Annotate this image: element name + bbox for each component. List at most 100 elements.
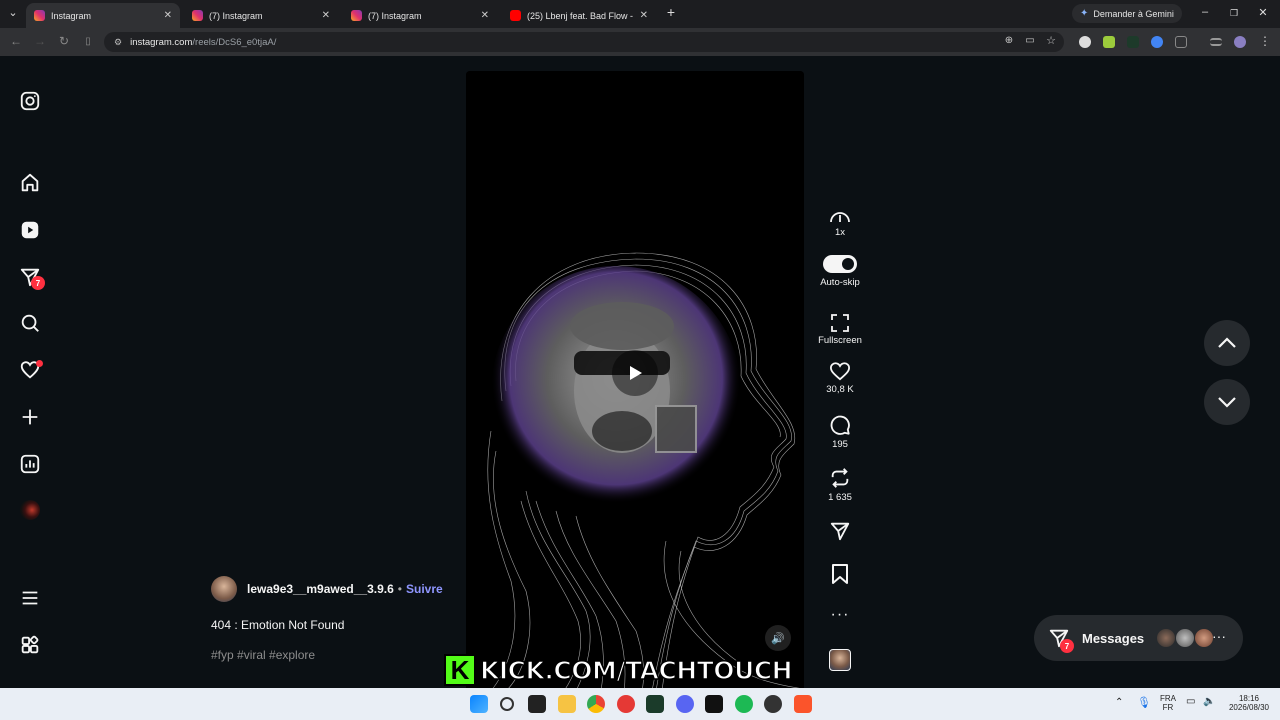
autoskip-toggle[interactable]: Auto-skip (812, 255, 868, 288)
forward-arrow-icon[interactable]: → (32, 34, 48, 48)
more-options-icon[interactable]: ··· (812, 606, 868, 624)
clock[interactable]: 18:16 2026/08/30 (1222, 694, 1276, 712)
minimize-icon[interactable]: – (1196, 6, 1214, 18)
site-info-icon[interactable]: ⚙ (114, 37, 122, 48)
close-tab-icon[interactable]: ✕ (481, 10, 489, 21)
start-windows-icon[interactable] (470, 695, 488, 713)
autoskip-switch[interactable] (823, 255, 857, 273)
taskbar-search-icon[interactable] (500, 697, 514, 711)
likes-count: 30,8 K (826, 384, 854, 395)
split-view-icon[interactable]: ▯ (80, 36, 96, 47)
home-icon[interactable] (18, 171, 42, 195)
dashboard-icon[interactable] (18, 452, 42, 476)
separator-dot: • (397, 582, 402, 596)
tab-search-chevron-icon[interactable]: ⌄ (4, 6, 22, 19)
share-paper-plane-icon (830, 522, 850, 541)
share-button[interactable] (812, 520, 868, 545)
extension-3-icon[interactable] (1127, 36, 1139, 48)
comments-count: 195 (832, 439, 848, 450)
extension-4-icon[interactable] (1151, 36, 1163, 48)
profile-avatar[interactable] (18, 498, 42, 522)
browser-tab-3[interactable]: (7) Instagram ✕ (343, 3, 497, 28)
audio-thumbnail[interactable] (829, 649, 851, 671)
reload-icon[interactable]: ↻ (56, 34, 72, 48)
comment-bubble-icon (830, 415, 850, 435)
message-avatar-1[interactable] (1157, 629, 1175, 647)
profile-avatar[interactable] (1234, 36, 1246, 48)
notification-dot (36, 360, 43, 367)
gemini-spark-icon: ✦ (1080, 8, 1089, 19)
messages-badge: 7 (31, 276, 45, 290)
volume-icon[interactable]: 🔊 (765, 625, 791, 651)
browser-tab-2[interactable]: (7) Instagram ✕ (184, 3, 338, 28)
speed-control[interactable]: 1x (812, 208, 868, 238)
close-tab-icon[interactable]: ✕ (640, 10, 648, 21)
close-window-icon[interactable]: ✕ (1254, 6, 1272, 19)
author-avatar[interactable] (211, 576, 237, 602)
next-reel-button[interactable] (1204, 379, 1250, 425)
extension-1-icon[interactable] (1079, 36, 1091, 48)
save-button[interactable] (812, 563, 868, 588)
discord-icon[interactable] (676, 695, 694, 713)
autoskip-label: Auto-skip (820, 277, 860, 288)
language-indicator[interactable]: FRA FR (1158, 694, 1178, 712)
search-icon[interactable] (18, 311, 42, 335)
repost-icon (831, 468, 849, 488)
browser-menu-icon[interactable]: ⋮ (1257, 34, 1273, 48)
chrome-icon[interactable] (587, 695, 605, 713)
speed-label: 1x (834, 227, 846, 238)
app-red-icon[interactable] (617, 695, 635, 713)
create-plus-icon[interactable] (18, 405, 42, 429)
play-icon (630, 366, 642, 380)
reading-list-icon[interactable] (1210, 38, 1222, 46)
more-conversations-icon[interactable]: ··· (1212, 628, 1226, 644)
extension-2-icon[interactable] (1103, 36, 1115, 48)
gemini-label: Demander à Gemini (1093, 8, 1174, 19)
tab-title: (7) Instagram (209, 10, 263, 21)
author-username[interactable]: lewa9e3__m9awed__3.9.6 (247, 582, 394, 596)
brave-icon[interactable] (794, 695, 812, 713)
instagram-logo-icon[interactable] (18, 89, 42, 113)
browser-tab-1[interactable]: Instagram ✕ (26, 3, 180, 28)
play-button[interactable] (612, 350, 658, 396)
post-hashtags[interactable]: #fyp #viral #explore (211, 648, 315, 662)
close-tab-icon[interactable]: ✕ (164, 10, 172, 21)
app-terminal-icon[interactable] (646, 695, 664, 713)
new-tab-plus-icon[interactable]: + (662, 4, 680, 20)
obs-icon[interactable] (764, 695, 782, 713)
capcut-icon[interactable] (705, 695, 723, 713)
volume-tray-icon[interactable]: 🔈 (1203, 696, 1215, 707)
cast-icon[interactable]: ▭ (1022, 35, 1038, 46)
tray-chevron-icon[interactable]: ⌃ (1115, 697, 1123, 708)
repost-button[interactable]: 1 635 (812, 467, 868, 503)
ask-gemini-button[interactable]: ✦ Demander à Gemini (1072, 4, 1182, 23)
fullscreen-button[interactable]: Fullscreen (812, 314, 868, 346)
close-tab-icon[interactable]: ✕ (322, 10, 330, 21)
follow-button[interactable]: Suivre (406, 582, 443, 596)
extensions-puzzle-icon[interactable] (1175, 36, 1187, 48)
task-view-icon[interactable] (528, 695, 546, 713)
message-avatar-2[interactable] (1176, 629, 1194, 647)
spotify-icon[interactable] (735, 695, 753, 713)
message-avatar-3[interactable] (1195, 629, 1213, 647)
file-explorer-icon[interactable] (558, 695, 576, 713)
microphone-icon[interactable]: 🎙 (1137, 696, 1151, 709)
address-bar[interactable]: ⚙ instagram.com/reels/DcS6_e0tjaA/ (104, 32, 1064, 52)
more-menu-icon[interactable] (18, 586, 42, 610)
also-from-meta-icon[interactable] (18, 633, 42, 657)
bookmark-star-icon[interactable]: ☆ (1043, 34, 1059, 47)
reels-icon[interactable] (18, 218, 42, 242)
browser-tab-bar: ⌄ Instagram ✕ (7) Instagram ✕ (7) Instag… (0, 0, 1280, 28)
instagram-favicon-icon (351, 10, 362, 21)
comment-button[interactable]: 195 (812, 414, 868, 450)
zoom-icon[interactable]: ⊕ (1001, 35, 1017, 46)
heart-icon (829, 362, 851, 381)
maximize-icon[interactable]: ❐ (1225, 8, 1243, 19)
chevron-down-icon (1218, 397, 1236, 408)
network-icon[interactable]: ▭ (1186, 696, 1195, 707)
back-arrow-icon[interactable]: ← (8, 34, 24, 48)
like-button[interactable]: 30,8 K (812, 361, 868, 395)
browser-tab-4[interactable]: (25) Lbenj feat. Bad Flow - Bagh ✕ (502, 3, 656, 28)
previous-reel-button[interactable] (1204, 320, 1250, 366)
language-code: FRA (1160, 694, 1176, 703)
